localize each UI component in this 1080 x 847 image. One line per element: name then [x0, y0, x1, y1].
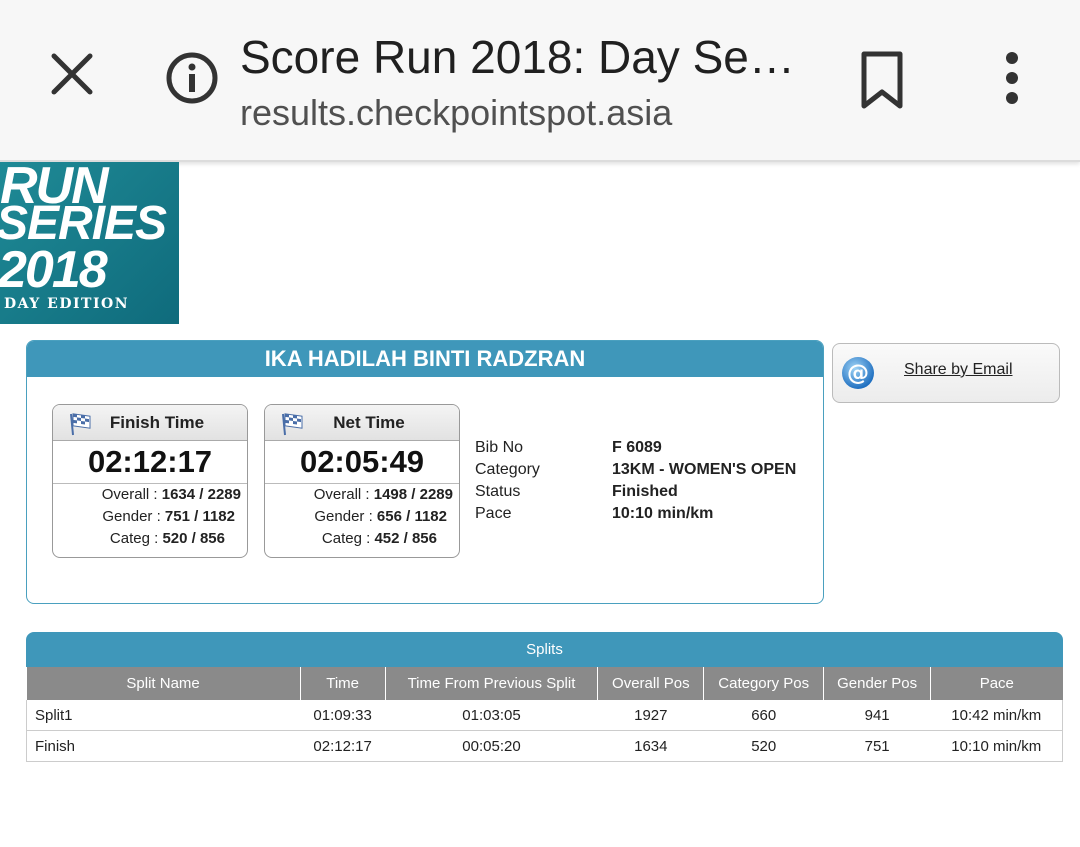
- info-value: F 6089: [612, 439, 662, 456]
- net-gender-value: 656 / 1182: [376, 508, 447, 525]
- close-icon[interactable]: [44, 46, 100, 102]
- info-row-category: Category 13KM - WOMEN'S OPEN: [475, 459, 796, 481]
- info-icon[interactable]: [164, 50, 220, 106]
- net-categ-value: 452 / 856: [374, 530, 437, 547]
- splits-grid: Split Name Time Time From Previous Split…: [26, 667, 1063, 762]
- net-gender-label: Gender :: [314, 508, 377, 525]
- column-header[interactable]: Time From Previous Split: [385, 667, 599, 700]
- finish-time-value: 02:12:17: [53, 441, 247, 484]
- net-overall-row: Overall : 1498 / 2289: [265, 484, 459, 506]
- table-cell: 01:03:05: [385, 700, 598, 731]
- splits-header-row: Split Name Time Time From Previous Split…: [26, 667, 1063, 700]
- table-cell: 751: [823, 730, 931, 762]
- net-time-label: Net Time: [333, 413, 405, 432]
- bookmark-icon[interactable]: [856, 50, 908, 110]
- column-header[interactable]: Pace: [930, 667, 1063, 700]
- column-header[interactable]: Time: [300, 667, 386, 700]
- page-url[interactable]: results.checkpointspot.asia: [240, 92, 672, 134]
- column-header[interactable]: Overall Pos: [597, 667, 705, 700]
- runner-name: IKA HADILAH BINTI RADZRAN: [27, 341, 823, 377]
- finish-overall-value: 1634 / 2289: [161, 486, 241, 503]
- table-cell: 10:10 min/km: [930, 730, 1063, 762]
- finish-categ-label: Categ :: [109, 530, 163, 547]
- browser-toolbar: Score Run 2018: Day Se… results.checkpoi…: [0, 0, 1080, 162]
- info-value: Finished: [612, 483, 678, 500]
- info-value: 10:10 min/km: [612, 505, 714, 522]
- logo-text-edition: DAY EDITION: [4, 296, 129, 312]
- column-header[interactable]: Category Pos: [703, 667, 825, 700]
- info-key: Pace: [475, 505, 512, 522]
- svg-text:@: @: [847, 361, 869, 386]
- table-cell: 1927: [597, 700, 704, 731]
- table-cell: 00:05:20: [385, 730, 598, 762]
- splits-table: Splits Split Name Time Time From Previou…: [26, 632, 1063, 762]
- column-header[interactable]: Gender Pos: [823, 667, 932, 700]
- net-time-box: Net Time 02:05:49 Overall : 1498 / 2289 …: [264, 404, 460, 558]
- info-row-pace: Pace 10:10 min/km: [475, 503, 796, 525]
- finish-time-header: Finish Time: [53, 405, 247, 441]
- table-cell: Split1: [26, 700, 301, 731]
- info-key: Category: [475, 461, 540, 478]
- net-overall-value: 1498 / 2289: [373, 486, 453, 503]
- net-categ-row: Categ : 452 / 856: [265, 528, 459, 550]
- column-header[interactable]: Split Name: [26, 667, 301, 700]
- info-key: Bib No: [475, 439, 524, 456]
- finish-gender-value: 751 / 1182: [164, 508, 235, 525]
- result-card: IKA HADILAH BINTI RADZRAN Finish Time 02…: [26, 340, 824, 604]
- net-gender-row: Gender : 656 / 1182: [265, 506, 459, 528]
- info-key: Status: [475, 483, 521, 500]
- table-cell: 520: [703, 730, 824, 762]
- share-by-email-button[interactable]: @ Share by Email: [832, 343, 1060, 403]
- table-cell: 02:12:17: [300, 730, 386, 762]
- finish-categ-row: Categ : 520 / 856: [53, 528, 247, 550]
- finish-gender-row: Gender : 751 / 1182: [53, 506, 247, 528]
- logo-text-year: 2018: [0, 241, 108, 299]
- finish-time-box: Finish Time 02:12:17 Overall : 1634 / 22…: [52, 404, 248, 558]
- table-row: Finish 02:12:17 00:05:20 1634 520 751 10…: [26, 730, 1063, 762]
- share-by-email-link[interactable]: Share by Email: [904, 361, 1013, 379]
- splits-title: Splits: [26, 632, 1063, 667]
- finish-time-label: Finish Time: [109, 413, 205, 432]
- finish-gender-label: Gender :: [102, 508, 165, 525]
- info-row-status: Status Finished: [475, 481, 796, 503]
- finish-overall-row: Overall : 1634 / 2289: [53, 484, 247, 506]
- table-cell: 660: [703, 700, 824, 731]
- runner-info: Bib No F 6089 Category 13KM - WOMEN'S OPEN…: [475, 437, 796, 525]
- page-title[interactable]: Score Run 2018: Day Se…: [240, 30, 800, 84]
- net-categ-label: Categ :: [321, 530, 375, 547]
- net-overall-label: Overall :: [313, 486, 374, 503]
- email-at-icon[interactable]: @: [841, 356, 875, 390]
- checkered-flag-icon: [70, 413, 91, 436]
- event-logo: RUN SERIES 2018 DAY EDITION: [0, 162, 179, 324]
- finish-overall-label: Overall :: [101, 486, 162, 503]
- net-time-value: 02:05:49: [265, 441, 459, 484]
- table-cell: 1634: [597, 730, 704, 762]
- more-vert-icon[interactable]: [996, 50, 1028, 106]
- table-cell: 941: [823, 700, 931, 731]
- table-cell: Finish: [26, 730, 301, 762]
- info-row-bib: Bib No F 6089: [475, 437, 796, 459]
- checkered-flag-icon: [282, 413, 303, 436]
- table-cell: 01:09:33: [300, 700, 386, 731]
- net-time-header: Net Time: [265, 405, 459, 441]
- table-row: Split1 01:09:33 01:03:05 1927 660 941 10…: [26, 700, 1063, 731]
- finish-categ-value: 520 / 856: [162, 530, 225, 547]
- info-value: 13KM - WOMEN'S OPEN: [612, 461, 797, 478]
- table-cell: 10:42 min/km: [930, 700, 1063, 731]
